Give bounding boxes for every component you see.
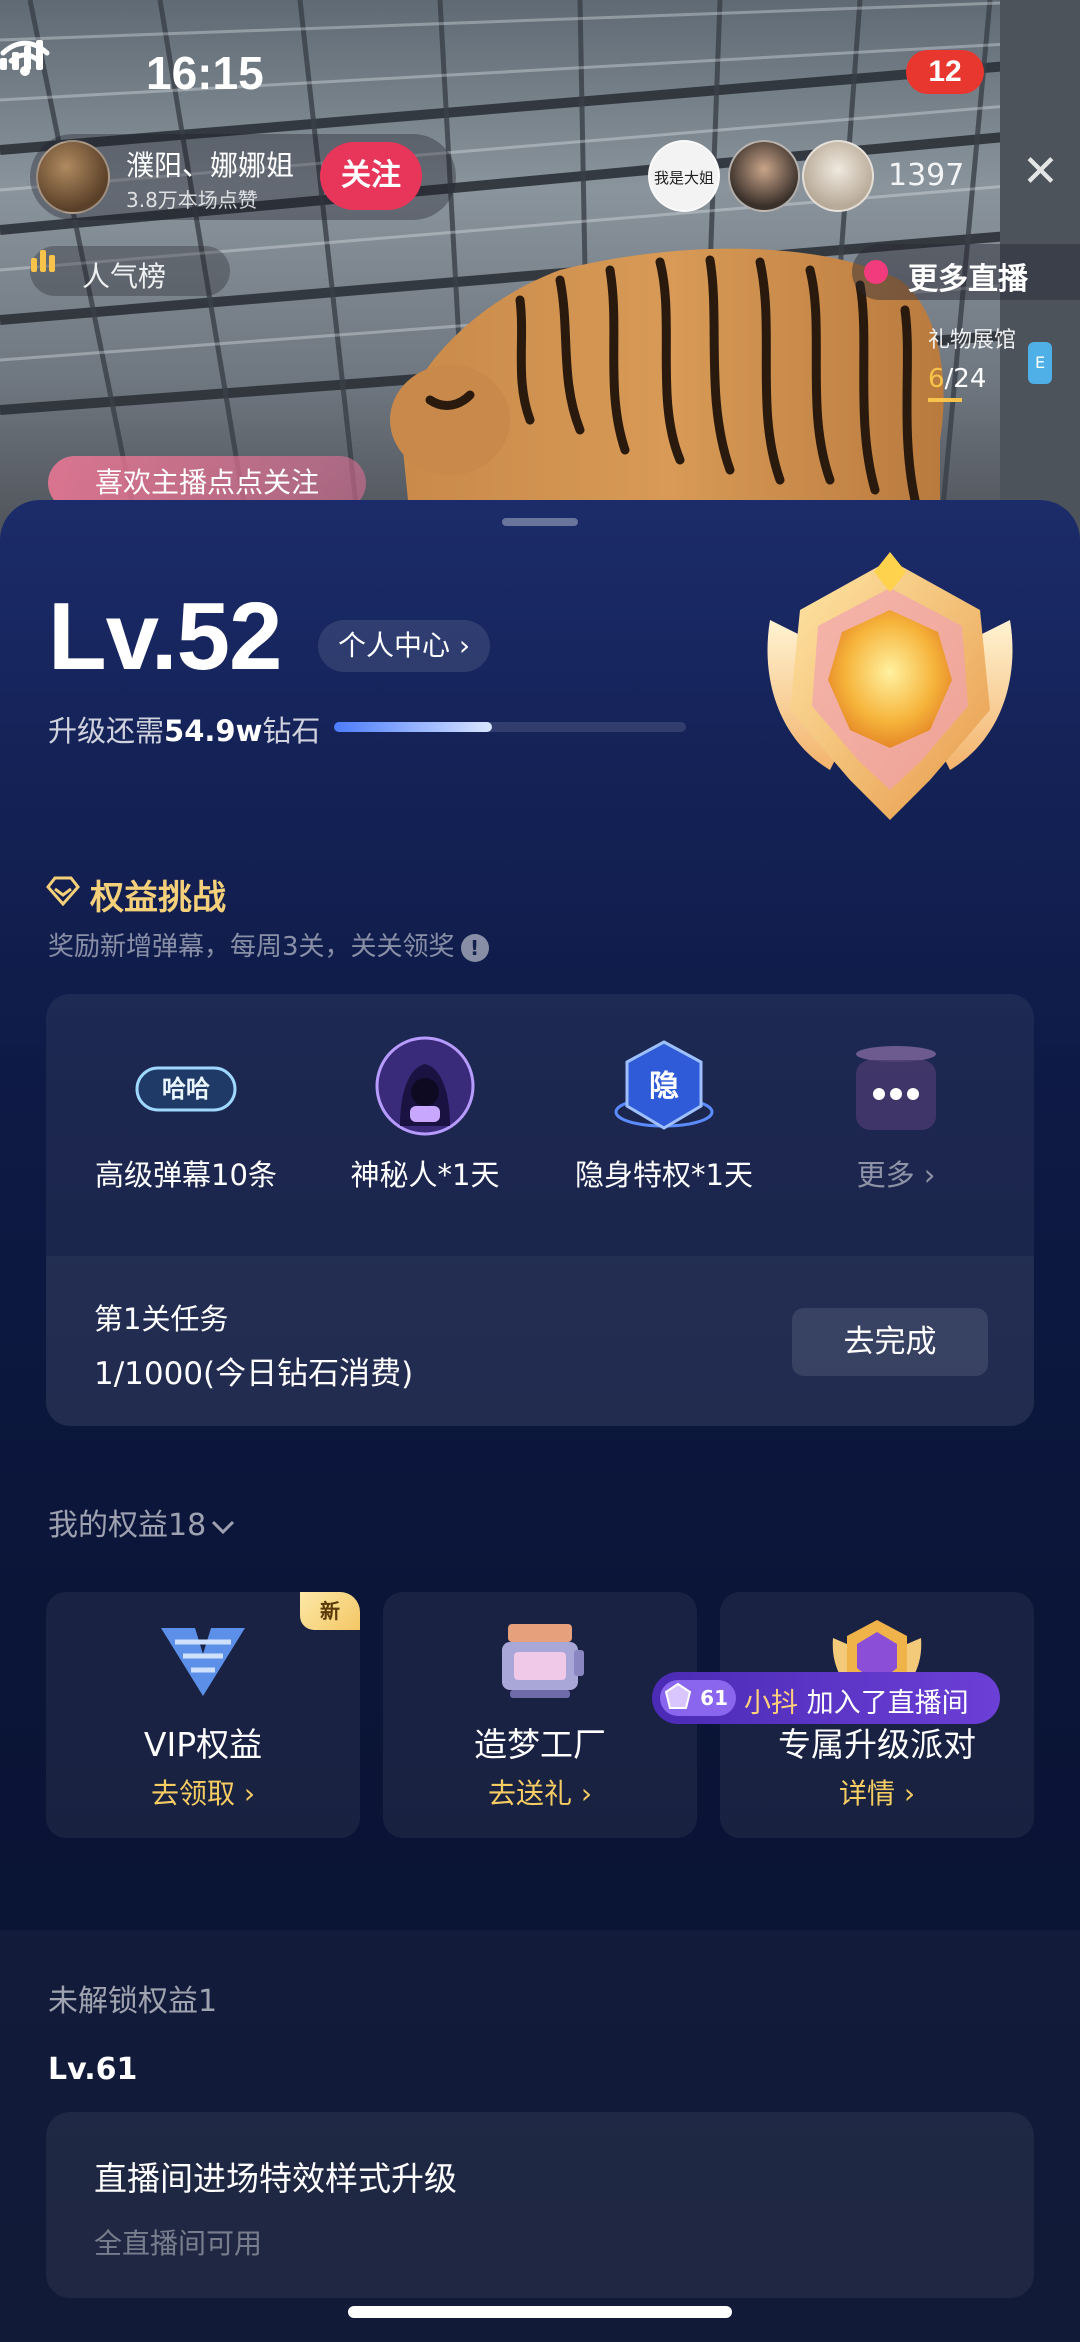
- mystery-person-icon: [375, 1036, 475, 1136]
- challenge-card: 哈哈 高级弹幕10条 神秘人*1天 隐 隐身特权*1天 更多 › 第1关任务 1…: [46, 994, 1034, 1426]
- locked-rights-title: 未解锁权益1: [48, 1984, 218, 2019]
- reward-mystery-person[interactable]: 神秘人*1天: [310, 1034, 540, 1192]
- host-name: 濮阳、娜娜姐: [126, 149, 295, 182]
- user-level-badge: 61: [660, 1680, 736, 1716]
- right-action[interactable]: 去送礼 ›: [383, 1772, 697, 1812]
- live-dot-icon: [864, 260, 888, 284]
- popularity-label: 人气榜: [82, 260, 167, 293]
- live-stream-video: 16:15 12 濮阳、娜娜姐 3.8万本场点赞 关注 我是大姐 1397 ✕: [0, 0, 1080, 540]
- status-bar: 16:15 12: [0, 40, 1080, 110]
- gem-icon: [664, 1682, 692, 1709]
- vip-icon: [161, 1628, 245, 1696]
- bar-chart-icon: [31, 250, 55, 272]
- level-progress-fill: [334, 722, 493, 732]
- sheet-drag-handle[interactable]: [502, 518, 578, 526]
- locked-level: Lv.61: [48, 2052, 138, 2087]
- side-tab-badge[interactable]: E: [1028, 342, 1052, 384]
- right-action[interactable]: 详情 ›: [720, 1772, 1034, 1812]
- gift-hall-count: 6/24: [928, 364, 987, 394]
- join-notification: 61 小抖 加入了直播间: [652, 1672, 1000, 1724]
- right-name: 造梦工厂: [474, 1725, 606, 1764]
- invisible-icon: 隐: [614, 1040, 714, 1130]
- dream-factory-icon: [502, 1624, 584, 1698]
- follow-button[interactable]: 关注: [320, 142, 422, 210]
- right-action[interactable]: 去领取 ›: [46, 1772, 360, 1812]
- task-title: 第1关任务: [94, 1302, 229, 1336]
- viewer-count[interactable]: 1397: [888, 158, 964, 193]
- svg-text:隐: 隐: [649, 1069, 679, 1104]
- challenge-title: 权益挑战: [90, 878, 226, 918]
- complete-task-button[interactable]: 去完成: [792, 1308, 988, 1376]
- home-indicator[interactable]: [348, 2306, 732, 2318]
- new-badge: 新: [300, 1592, 360, 1630]
- level-sheet: Lv.52 个人中心 › 升级还需54.9w钻石 权益挑战 奖励新增弹幕，每周3…: [0, 500, 1080, 2342]
- more-rewards-icon: [856, 1046, 936, 1130]
- clock: 16:15: [146, 47, 264, 99]
- locked-right-name: 直播间进场特效样式升级: [94, 2159, 457, 2198]
- gift-hall[interactable]: 礼物展馆 6/24: [920, 322, 1080, 412]
- join-text: 小抖 加入了直播间: [744, 1688, 969, 1719]
- more-rewards-label: 更多 ›: [856, 1158, 936, 1192]
- task-progress: 1/1000(今日钻石消费): [94, 1356, 414, 1392]
- diamond-icon: [46, 876, 80, 906]
- svg-text:哈哈: 哈哈: [162, 1075, 210, 1103]
- reward-more[interactable]: 更多 ›: [781, 1034, 1011, 1192]
- gift-hall-progress: [928, 398, 962, 402]
- close-icon[interactable]: ✕: [1022, 150, 1059, 194]
- danmaku-icon: 哈哈: [135, 1066, 237, 1112]
- reward-danmaku[interactable]: 哈哈 高级弹幕10条: [71, 1034, 301, 1192]
- right-vip[interactable]: VIP权益 去领取 › 新: [46, 1592, 360, 1838]
- level-medal-icon: [767, 552, 1013, 820]
- my-rights-toggle[interactable]: 我的权益18: [48, 1500, 236, 1544]
- wifi-icon: [0, 40, 50, 76]
- upgrade-requirement: 升级还需54.9w钻石: [48, 714, 321, 748]
- challenge-subtitle: 奖励新增弹幕，每周3关，关关领奖!: [48, 926, 489, 963]
- locked-right-sub: 全直播间可用: [94, 2227, 263, 2260]
- right-dream-factory[interactable]: 造梦工厂 去送礼 ›: [383, 1592, 697, 1838]
- reward-invisible[interactable]: 隐 隐身特权*1天: [549, 1034, 779, 1192]
- personal-center-button[interactable]: 个人中心 ›: [318, 620, 491, 672]
- host-likes: 3.8万本场点赞: [126, 188, 258, 212]
- locked-right-card: 直播间进场特效样式升级 全直播间可用: [46, 2112, 1034, 2298]
- gift-hall-label: 礼物展馆: [928, 328, 1017, 353]
- viewer-avatar[interactable]: [728, 140, 800, 212]
- chevron-down-icon: [212, 1520, 235, 1534]
- reward-label: 神秘人*1天: [350, 1158, 500, 1192]
- host-avatar[interactable]: [36, 140, 110, 214]
- battery-indicator: 12: [906, 50, 984, 94]
- right-name: VIP权益: [143, 1725, 263, 1764]
- level-progress-bar: [334, 722, 686, 732]
- info-icon[interactable]: !: [460, 933, 489, 962]
- task-area: 第1关任务 1/1000(今日钻石消费) 去完成: [46, 1256, 1034, 1426]
- reward-label: 高级弹幕10条: [95, 1158, 277, 1192]
- right-name: 专属升级派对: [778, 1725, 976, 1764]
- more-live-button[interactable]: 更多直播: [852, 244, 1080, 300]
- reward-label: 隐身特权*1天: [575, 1158, 753, 1192]
- popularity-rank-button[interactable]: 人气榜: [30, 246, 230, 296]
- more-live-label: 更多直播: [908, 262, 1028, 297]
- viewer-avatar[interactable]: [802, 140, 874, 212]
- level-title: Lv.52: [48, 583, 282, 690]
- viewer-avatar[interactable]: 我是大姐: [648, 140, 720, 212]
